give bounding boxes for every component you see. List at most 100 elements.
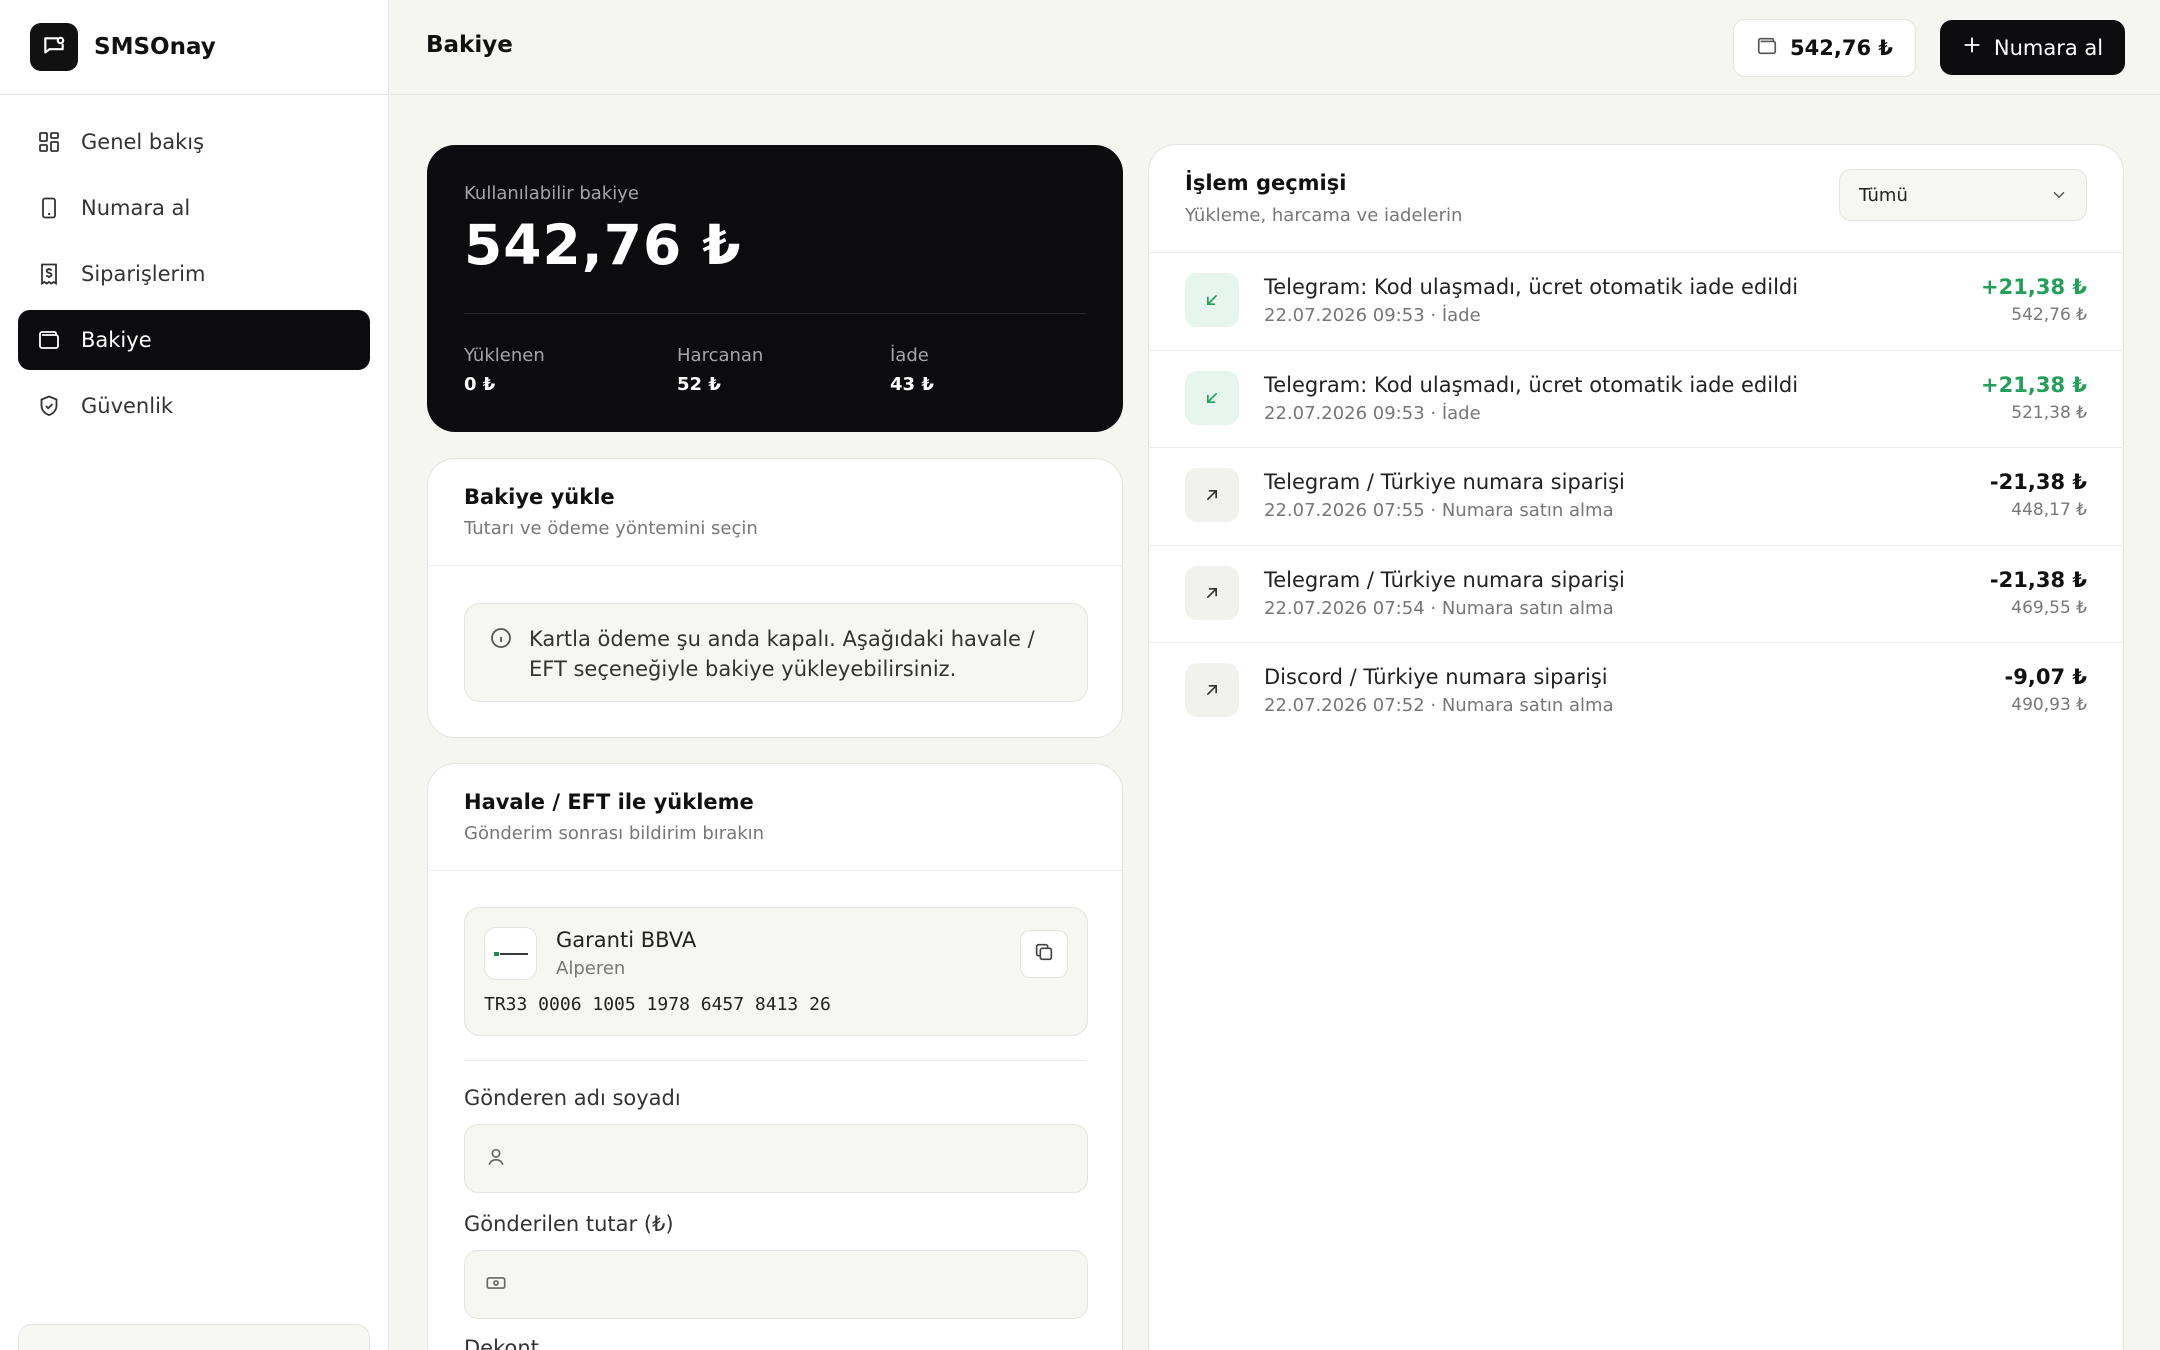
sidebar-item-overview[interactable]: Genel bakış bbox=[18, 112, 370, 172]
brand-logo-icon bbox=[30, 23, 78, 71]
history-filter-value: Tümü bbox=[1859, 184, 1908, 206]
stat-value: 0 ₺ bbox=[464, 374, 496, 395]
transaction-amount: -21,38 ₺ bbox=[1989, 470, 2087, 494]
sidebar-item-label: Siparişlerim bbox=[81, 262, 206, 286]
transaction-balance-after: 542,76 ₺ bbox=[2011, 305, 2087, 325]
transaction-meta: 22.07.2026 07:55 · Numara satın alma bbox=[1264, 500, 1614, 521]
arrow-up-right-icon bbox=[1185, 663, 1239, 717]
transaction-amount: +21,38 ₺ bbox=[1981, 372, 2087, 397]
brand[interactable]: SMSOnay bbox=[0, 0, 388, 95]
transaction-balance-after: 448,17 ₺ bbox=[2011, 500, 2087, 520]
topup-subtitle: Tutarı ve ödeme yöntemini seçin bbox=[464, 518, 758, 539]
transaction-row[interactable]: Telegram / Türkiye numara siparişi 22.07… bbox=[1149, 546, 2123, 643]
transaction-balance-after: 521,38 ₺ bbox=[2011, 402, 2087, 423]
stat-value: 52 ₺ bbox=[677, 374, 721, 395]
chevron-down-icon bbox=[2050, 186, 2068, 209]
header-balance-pill[interactable]: 542,76 ₺ bbox=[1733, 19, 1916, 77]
phone-icon bbox=[36, 195, 62, 221]
stat-label: İade bbox=[890, 345, 929, 366]
receipt-label: Dekont bbox=[464, 1336, 539, 1350]
sidebar-item-label: Numara al bbox=[81, 196, 191, 220]
available-balance-value: 542,76 ₺ bbox=[464, 213, 742, 277]
transaction-meta: 22.07.2026 09:53 · İade bbox=[1264, 402, 1481, 424]
amount-field[interactable] bbox=[464, 1250, 1088, 1319]
transaction-title: Discord / Türkiye numara siparişi bbox=[1264, 665, 1608, 689]
sender-name-input[interactable] bbox=[523, 1146, 1063, 1171]
get-number-button-label: Numara al bbox=[1993, 35, 2104, 60]
transaction-row[interactable]: Telegram: Kod ulaşmadı, ücret otomatik i… bbox=[1149, 351, 2123, 448]
brand-name: SMSOnay bbox=[94, 34, 216, 60]
grid-icon bbox=[36, 129, 62, 155]
transaction-amount: +21,38 ₺ bbox=[1981, 275, 2087, 299]
bank-iban: TR33 0006 1005 1978 6457 8413 26 bbox=[484, 994, 831, 1015]
header-balance-value: 542,76 ₺ bbox=[1790, 36, 1893, 60]
stat-label: Yüklenen bbox=[464, 345, 545, 366]
sidebar-item-label: Bakiye bbox=[81, 328, 152, 352]
card-payment-disabled-notice: Kartla ödeme şu anda kapalı. Aşağıdaki h… bbox=[464, 603, 1088, 702]
sidebar-item-label: Güvenlik bbox=[81, 394, 174, 418]
copy-iban-button[interactable] bbox=[1020, 930, 1068, 978]
plus-icon bbox=[1962, 35, 1982, 60]
bank-logo-icon bbox=[484, 927, 537, 980]
bank-account-holder: Alperen bbox=[556, 958, 626, 979]
transaction-row[interactable]: Telegram: Kod ulaşmadı, ücret otomatik i… bbox=[1149, 253, 2123, 351]
transaction-row[interactable]: Discord / Türkiye numara siparişi 22.07.… bbox=[1149, 643, 2123, 741]
divider bbox=[464, 1060, 1086, 1061]
wallet-icon bbox=[1756, 35, 1778, 62]
topup-card: Bakiye yükle Tutarı ve ödeme yöntemini s… bbox=[427, 458, 1123, 738]
divider bbox=[464, 313, 1086, 314]
sidebar-item-security[interactable]: Güvenlik bbox=[18, 376, 370, 436]
notice-text: Kartla ödeme şu anda kapalı. Aşağıdaki h… bbox=[529, 627, 1035, 681]
arrow-up-right-icon bbox=[1185, 468, 1239, 522]
transfer-title: Havale / EFT ile yükleme bbox=[464, 790, 754, 814]
transaction-meta: 22.07.2026 07:52 · Numara satın alma bbox=[1264, 695, 1614, 716]
stat-label: Harcanan bbox=[677, 345, 764, 366]
stat-spent: Harcanan 52 ₺ bbox=[677, 345, 763, 395]
bank-transfer-card: Havale / EFT ile yükleme Gönderim sonras… bbox=[427, 763, 1123, 1350]
transaction-balance-after: 469,55 ₺ bbox=[2011, 597, 2087, 618]
transaction-amount: -21,38 ₺ bbox=[1989, 567, 2087, 592]
history-header: İşlem geçmişi Yükleme, harcama ve iadele… bbox=[1149, 145, 2123, 253]
amount-input[interactable] bbox=[523, 1272, 1063, 1297]
history-list: Telegram: Kod ulaşmadı, ücret otomatik i… bbox=[1149, 253, 2123, 741]
top-header: Bakiye 542,76 ₺ Numara al bbox=[390, 0, 2160, 95]
sidebar-item-balance[interactable]: Bakiye bbox=[18, 310, 370, 370]
sidebar-user-card[interactable] bbox=[18, 1324, 370, 1350]
sidebar: SMSOnay Genel bakış Numara al Siparişler… bbox=[0, 0, 389, 1350]
topup-card-header: Bakiye yükle Tutarı ve ödeme yöntemini s… bbox=[428, 459, 1122, 566]
info-icon bbox=[489, 626, 513, 658]
stat-value: 43 ₺ bbox=[890, 374, 934, 395]
transaction-row[interactable]: Telegram / Türkiye numara siparişi 22.07… bbox=[1149, 448, 2123, 546]
sender-name-field[interactable] bbox=[464, 1124, 1088, 1193]
arrow-up-right-icon bbox=[1185, 565, 1239, 620]
transfer-card-header: Havale / EFT ile yükleme Gönderim sonras… bbox=[428, 764, 1122, 871]
topup-title: Bakiye yükle bbox=[464, 485, 615, 509]
history-subtitle: Yükleme, harcama ve iadelerin bbox=[1185, 205, 1463, 226]
transaction-title: Telegram / Türkiye numara siparişi bbox=[1264, 470, 1625, 494]
transaction-balance-after: 490,93 ₺ bbox=[2011, 695, 2087, 715]
transaction-meta: 22.07.2026 09:53 · İade bbox=[1264, 305, 1481, 326]
stat-refund: İade 43 ₺ bbox=[890, 345, 934, 395]
sidebar-item-get-number[interactable]: Numara al bbox=[18, 178, 370, 238]
sidebar-item-label: Genel bakış bbox=[81, 130, 205, 154]
transaction-amount: -9,07 ₺ bbox=[2004, 665, 2087, 689]
banknote-icon bbox=[485, 1272, 507, 1298]
sender-name-label: Gönderen adı soyadı bbox=[464, 1086, 681, 1110]
receipt-icon bbox=[36, 261, 62, 287]
arrow-down-left-icon bbox=[1185, 273, 1239, 327]
stat-loaded: Yüklenen 0 ₺ bbox=[464, 345, 545, 395]
balance-summary-card: Kullanılabilir bakiye 542,76 ₺ Yüklenen … bbox=[427, 145, 1123, 432]
sidebar-item-orders[interactable]: Siparişlerim bbox=[18, 244, 370, 304]
available-balance-label: Kullanılabilir bakiye bbox=[464, 183, 639, 204]
shield-check-icon bbox=[36, 393, 62, 419]
arrow-down-left-icon bbox=[1185, 370, 1239, 425]
amount-label: Gönderilen tutar (₺) bbox=[464, 1212, 674, 1236]
get-number-button[interactable]: Numara al bbox=[1940, 20, 2125, 75]
transaction-title: Telegram: Kod ulaşmadı, ücret otomatik i… bbox=[1264, 275, 1799, 299]
bank-name: Garanti BBVA bbox=[556, 928, 697, 952]
sidebar-nav: Genel bakış Numara al Siparişlerim Bakiy… bbox=[0, 95, 388, 436]
history-title: İşlem geçmişi bbox=[1185, 171, 1347, 195]
history-filter-select[interactable]: Tümü bbox=[1839, 169, 2087, 221]
wallet-icon bbox=[36, 327, 62, 353]
transaction-title: Telegram: Kod ulaşmadı, ücret otomatik i… bbox=[1264, 372, 1799, 397]
